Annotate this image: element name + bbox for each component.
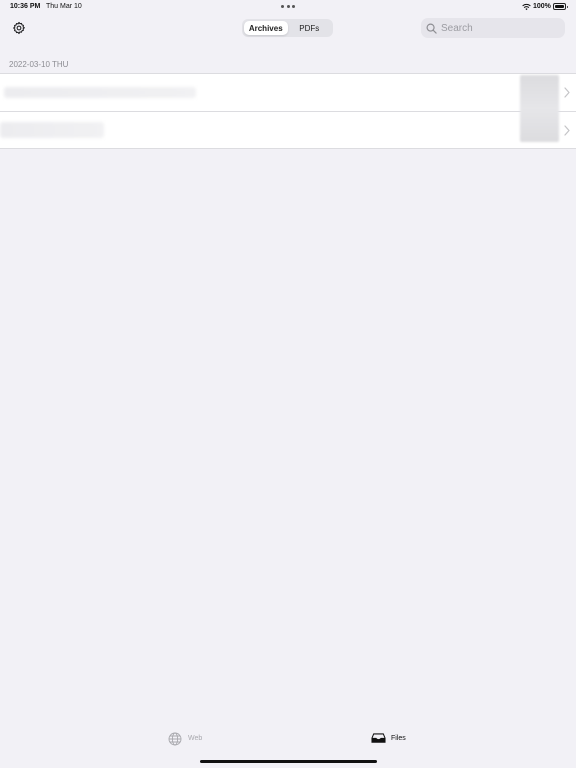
- chevron-right-icon: [564, 87, 570, 98]
- blurred-title: [0, 122, 104, 138]
- globe-icon: [168, 732, 183, 746]
- tab-web-label: Web: [188, 735, 203, 742]
- tab-files-label: Files: [391, 735, 406, 742]
- search-input[interactable]: [441, 22, 551, 34]
- status-bar: 10:36 PM Thu Mar 10 100%: [0, 0, 576, 14]
- archive-list: [0, 73, 576, 149]
- tab-web[interactable]: Web: [168, 732, 203, 746]
- status-time: 10:36 PM: [10, 3, 41, 10]
- segment-pdfs[interactable]: PDFs: [288, 21, 332, 35]
- wifi-icon: [522, 3, 531, 11]
- gear-icon: [12, 21, 25, 34]
- chevron-right-icon: [564, 125, 570, 136]
- tab-bar: Web Files: [0, 726, 576, 768]
- tray-icon: [371, 732, 386, 745]
- list-item[interactable]: [0, 74, 576, 111]
- battery-icon: [553, 3, 568, 10]
- blurred-title: [4, 87, 196, 98]
- archives-pdfs-segmented-control: Archives PDFs: [242, 19, 333, 37]
- section-header-date: 2022-03-10 THU: [9, 60, 69, 69]
- home-indicator: [200, 760, 377, 763]
- search-bar[interactable]: [421, 18, 565, 38]
- battery-percent: 100%: [533, 3, 551, 10]
- segment-archives[interactable]: Archives: [244, 21, 288, 35]
- multitasking-dots-icon[interactable]: [281, 5, 295, 9]
- list-item[interactable]: [0, 111, 576, 148]
- search-icon: [426, 23, 437, 34]
- settings-button[interactable]: [9, 18, 28, 37]
- status-date: Thu Mar 10: [46, 3, 82, 10]
- blurred-thumbnail-image: [520, 75, 559, 142]
- tab-files[interactable]: Files: [371, 732, 406, 745]
